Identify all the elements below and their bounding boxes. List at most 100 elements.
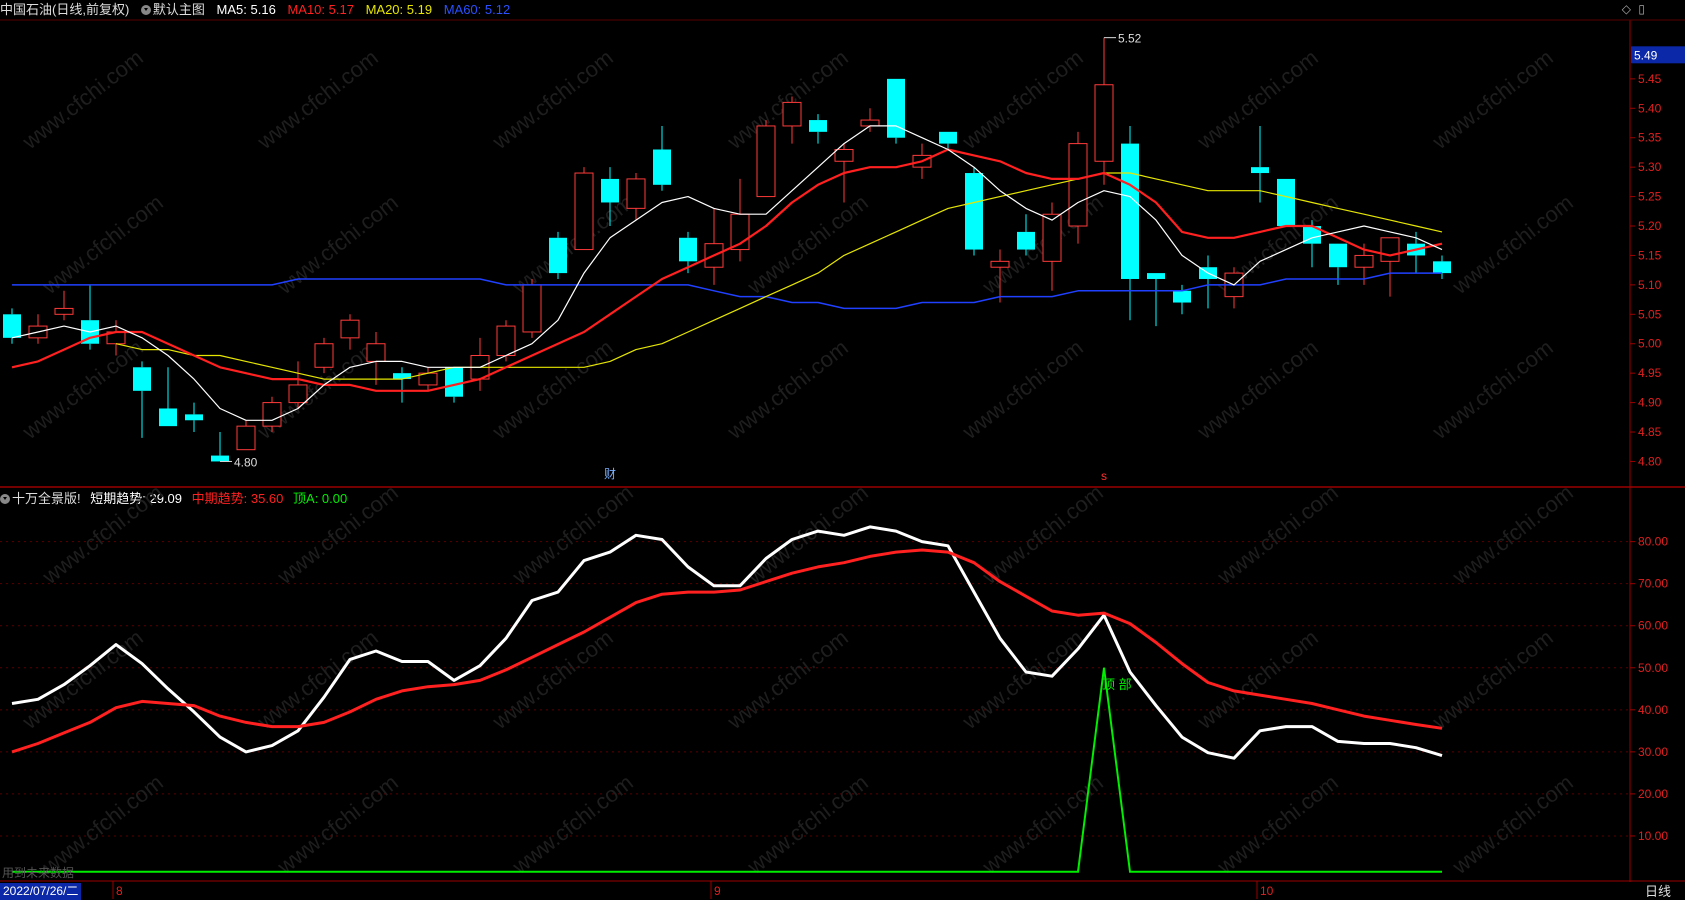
candle-body [1147, 273, 1165, 279]
sub-tick-label: 30.00 [1638, 745, 1668, 759]
watermark-text: www.cfchi.com [1447, 480, 1578, 590]
main-tick-label: 5.10 [1638, 278, 1662, 292]
candlestick[interactable] [704, 208, 724, 285]
watermark-text: www.cfchi.com [977, 190, 1108, 300]
candle-body [133, 367, 151, 391]
high-price-label: 5.52 [1118, 32, 1142, 46]
candle-body [288, 384, 308, 404]
main-tick-label: 5.40 [1638, 101, 1662, 115]
candle-body [496, 325, 516, 357]
candle-body [679, 237, 697, 262]
watermark-text: www.cfchi.com [1192, 335, 1323, 445]
main-tick-label: 5.30 [1638, 160, 1662, 174]
candlestick[interactable] [1094, 37, 1114, 185]
candle-body [574, 172, 594, 251]
candlestick[interactable] [159, 367, 177, 427]
watermark-text: www.cfchi.com [17, 45, 148, 155]
watermark-text: www.cfchi.com [977, 480, 1108, 590]
candlestick[interactable] [1380, 237, 1400, 297]
candlestick[interactable] [887, 78, 905, 144]
candle-body [366, 343, 386, 362]
candle-body [1251, 167, 1269, 174]
low-price-label: 4.80 [234, 455, 258, 469]
candlestick[interactable] [730, 178, 750, 262]
sub-tick-label: 60.00 [1638, 619, 1668, 633]
candlestick[interactable] [522, 278, 542, 338]
candle-body [601, 178, 619, 203]
watermark-text: www.cfchi.com [507, 770, 638, 880]
month-label: 10 [1260, 884, 1274, 898]
candlestick[interactable] [393, 367, 411, 403]
main-tick-label: 5.35 [1638, 131, 1662, 145]
candle-body [211, 455, 229, 462]
candle-body [1354, 254, 1374, 268]
watermark-text: www.cfchi.com [1447, 770, 1578, 880]
candle-body [939, 131, 957, 144]
candlestick[interactable] [133, 361, 151, 438]
watermark-text: www.cfchi.com [1427, 625, 1558, 735]
sub-tick-label: 10.00 [1638, 829, 1668, 843]
main-tick-label: 4.95 [1638, 366, 1662, 380]
candle-body [1433, 261, 1451, 274]
candlestick[interactable] [860, 108, 880, 132]
watermark-text: www.cfchi.com [742, 190, 873, 300]
candlestick[interactable] [1433, 255, 1451, 279]
top-signal-label: 顶 部 [1102, 677, 1132, 692]
candlestick[interactable] [965, 167, 983, 256]
candle-body [1042, 213, 1062, 262]
candle-body [445, 367, 463, 397]
watermark-text: www.cfchi.com [272, 190, 403, 300]
candlestick[interactable] [288, 361, 308, 409]
future-data-notice: 用到未来数据 [2, 866, 75, 880]
candle-body [314, 343, 334, 368]
watermark-text: www.cfchi.com [507, 190, 638, 300]
main-tick-label: 4.85 [1638, 425, 1662, 439]
candlestick[interactable] [418, 367, 438, 391]
sub-tick-label: 50.00 [1638, 661, 1668, 675]
candlestick[interactable] [1224, 267, 1244, 309]
candlestick[interactable] [211, 432, 229, 462]
watermark-text: www.cfchi.com [272, 480, 403, 590]
sub-tick-label: 40.00 [1638, 703, 1668, 717]
candlestick[interactable] [185, 402, 203, 433]
stock-chart[interactable]: www.cfchi.com www.cfchi.com www.cfchi.com w… [0, 0, 1685, 900]
watermark-text: www.cfchi.com [957, 625, 1088, 735]
period-selector[interactable]: 日线 [1631, 883, 1685, 900]
candle-body [782, 101, 802, 127]
candlestick[interactable] [574, 167, 594, 251]
month-label: 8 [116, 884, 123, 898]
candlestick[interactable] [653, 125, 671, 191]
watermark-text: www.cfchi.com [1427, 335, 1558, 445]
watermark-text: www.cfchi.com [742, 770, 873, 880]
candle-body [236, 425, 256, 451]
candle-body [1121, 143, 1139, 279]
watermark-text: www.cfchi.com [957, 45, 1088, 155]
candlestick[interactable] [1017, 214, 1035, 256]
candlestick[interactable] [809, 114, 827, 144]
s-marker: s [1101, 469, 1107, 483]
candlestick[interactable] [28, 314, 48, 344]
candlestick[interactable] [549, 231, 567, 279]
candlestick[interactable] [782, 96, 802, 144]
price-axes: 5.45 5.40 5.35 5.30 5.25 5.20 5.15 5.10 5.05 5.00… [1630, 46, 1685, 843]
main-tick-label: 4.80 [1638, 454, 1662, 468]
candle-body [1173, 290, 1191, 303]
main-tick-label: 5.20 [1638, 219, 1662, 233]
candle-body [1017, 231, 1035, 250]
watermark-text: www.cfchi.com [1212, 770, 1343, 880]
candle-body [653, 149, 671, 185]
candlestick[interactable] [756, 120, 776, 198]
watermark-text: www.cfchi.com [1447, 190, 1578, 300]
candle-body [159, 408, 177, 427]
candlestick[interactable] [1147, 273, 1165, 327]
watermark-text: www.cfchi.com [487, 625, 618, 735]
candle-body [756, 125, 776, 198]
candlestick[interactable] [1277, 178, 1295, 227]
main-tick-label: 4.90 [1638, 396, 1662, 410]
candle-body [860, 119, 880, 127]
watermark-text: www.cfchi.com [1192, 625, 1323, 735]
watermark-text: www.cfchi.com [1192, 45, 1323, 155]
sub-tick-label: 20.00 [1638, 787, 1668, 801]
candle-body [262, 402, 282, 427]
candlestick[interactable] [3, 308, 21, 344]
